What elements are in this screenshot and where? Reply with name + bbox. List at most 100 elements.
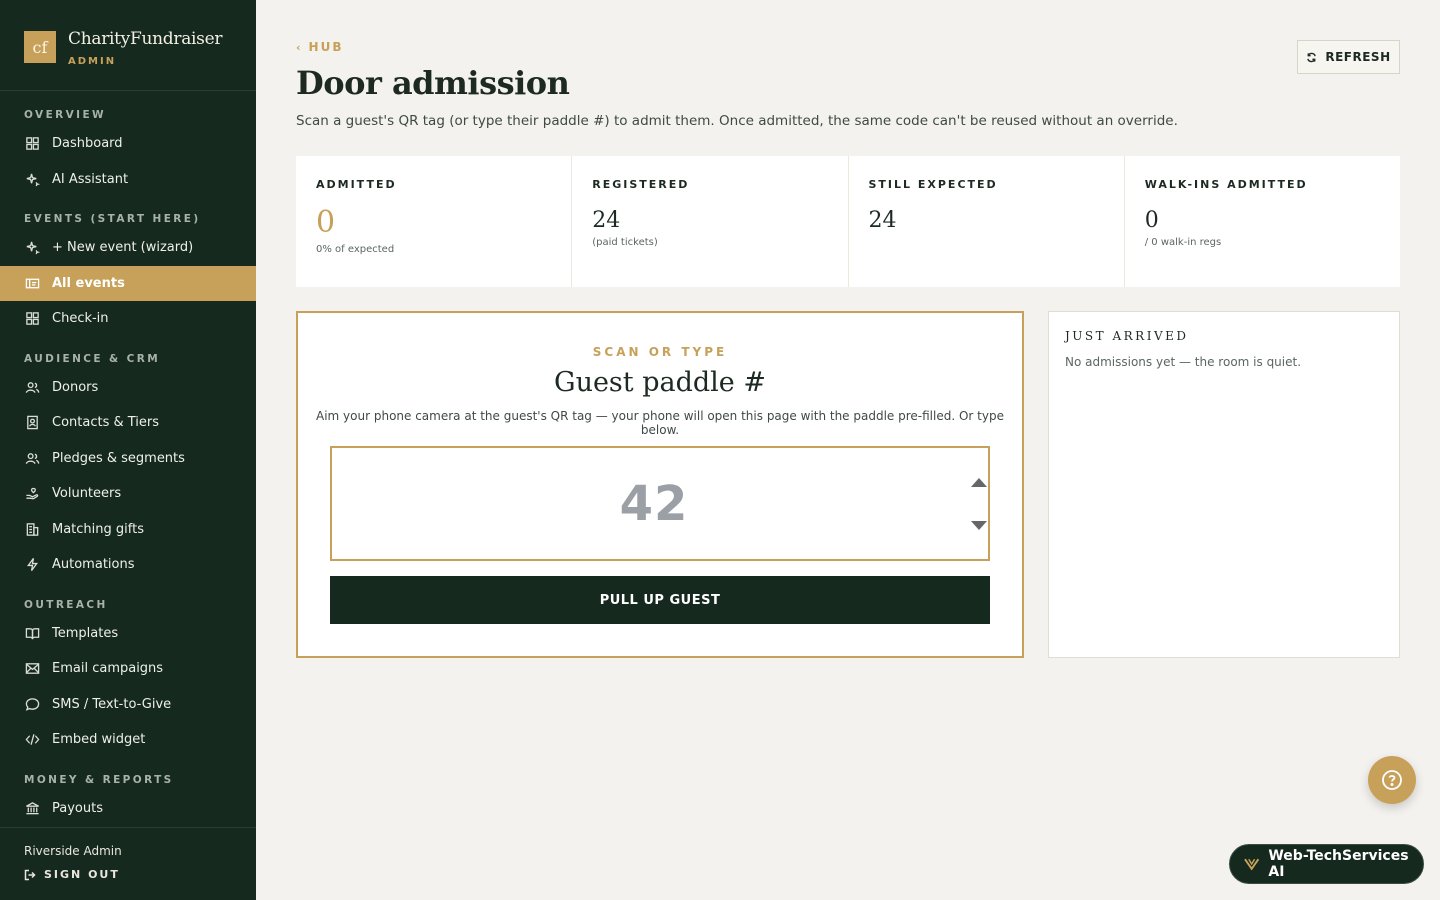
sidebar-item-matching-gifts[interactable]: Matching gifts [0,512,256,548]
sidebar-item-automations[interactable]: Automations [0,547,256,583]
sidebar-item-label: Contacts & Tiers [52,415,160,431]
stat-label: WALK-INS ADMITTED [1144,178,1308,191]
sidebar-item-label: AI Assistant [52,171,129,187]
stat-label: STILL EXPECTED [868,178,998,191]
stat-admitted: ADMITTED 0 0% of expected [296,156,573,287]
sidebar-item-payouts[interactable]: Payouts [0,791,256,827]
stat-value: 24 [592,208,621,233]
sidebar-item-label: Dashboard [52,136,123,152]
sidebar-item-label: Payouts [52,800,103,816]
stat-note: (paid tickets) [592,237,658,248]
spinner-down-icon[interactable] [971,521,987,530]
refresh-button[interactable]: REFRESH [1297,40,1400,74]
refresh-icon [1307,52,1317,62]
sidebar-item-dashboard[interactable]: Dashboard [0,126,256,162]
back-to-hub-link[interactable]: ‹ HUB [296,40,343,54]
sidebar-item-label: + New event (wizard) [52,240,194,256]
sign-out-icon [24,869,36,880]
brand-subtitle: ADMIN [68,56,117,67]
number-spinner[interactable] [970,478,988,530]
sidebar-item-donors[interactable]: Donors [0,370,256,406]
sidebar-item-label: SMS / Text-to-Give [52,696,172,712]
pull-up-guest-button[interactable]: PULL UP GUEST [330,576,990,624]
sign-out-button[interactable]: SIGN OUT [24,868,256,881]
sidebar-footer: Riverside Admin SIGN OUT [0,827,256,900]
scan-card: SCAN OR TYPE Guest paddle # Aim your pho… [296,311,1024,658]
stat-still-expected: STILL EXPECTED 24 [849,156,1125,287]
stat-note: 0% of expected [316,244,395,255]
stat-value: 24 [868,208,897,233]
nav-section-overview: OVERVIEW [24,109,107,121]
chevron-left-icon: ‹ [296,40,303,54]
stats-row: ADMITTED 0 0% of expected REGISTERED 24 … [296,156,1400,287]
grid-icon [24,136,40,152]
ticket-icon [24,275,40,291]
nav-section-events: EVENTS (START HERE) [24,213,201,225]
sign-out-label: SIGN OUT [44,868,120,881]
spinner-up-icon[interactable] [971,478,987,487]
sidebar-item-label: Matching gifts [52,521,144,537]
sidebar-nav: OVERVIEW Dashboard AI Assistant EVENTS (… [0,91,256,826]
stat-value: 0 [316,205,336,240]
nav-section-money-reports: MONEY & REPORTS [24,773,174,786]
stat-label: ADMITTED [316,178,397,191]
stat-walk-ins-admitted: WALK-INS ADMITTED 0 / 0 walk-in regs [1125,156,1400,287]
sidebar-item-volunteers[interactable]: Volunteers [0,476,256,512]
sidebar-item-templates[interactable]: Templates [0,616,256,652]
brand[interactable]: cf CharityFundraiser ADMIN [0,0,256,91]
scan-help-text: Aim your phone camera at the guest's QR … [316,409,1004,437]
sidebar-item-new-event[interactable]: + New event (wizard) [0,230,256,266]
nav-section-audience: AUDIENCE & CRM [24,352,161,365]
users-icon [24,379,40,395]
sidebar-item-contacts-tiers[interactable]: Contacts & Tiers [0,405,256,441]
check-chevron-icon [1244,858,1260,871]
users-icon [24,450,40,466]
stat-value: 0 [1144,208,1159,233]
ai-badge-label: Web-TechServices AI [1268,848,1409,880]
sidebar-item-email-campaigns[interactable]: Email campaigns [0,651,256,687]
sidebar-item-all-events[interactable]: All events [0,265,256,301]
nav-section-outreach: OUTREACH [24,598,108,611]
just-arrived-panel: JUST ARRIVED No admissions yet — the roo… [1048,311,1400,658]
chat-bubble-icon [24,696,40,712]
building-icon [24,521,40,537]
mail-icon [24,661,40,677]
back-link-label: HUB [308,40,344,54]
sidebar-item-label: Donors [52,379,99,395]
sidebar-item-label: Templates [52,625,119,641]
sidebar-item-label: Email campaigns [52,661,164,677]
grid-icon [24,311,40,327]
sidebar-item-ai-assistant[interactable]: AI Assistant [0,162,256,198]
bolt-icon [24,557,40,573]
help-button[interactable] [1368,756,1416,804]
help-icon [1382,770,1402,790]
paddle-input-placeholder: 42 [619,475,689,532]
sidebar-item-check-in[interactable]: Check-in [0,301,256,337]
sidebar-item-label: Check-in [52,311,109,327]
sidebar-item-label: Pledges & segments [52,450,185,466]
code-icon [24,732,40,748]
sidebar-item-pledges-segments[interactable]: Pledges & segments [0,441,256,477]
hand-heart-icon [24,486,40,502]
stat-registered: REGISTERED 24 (paid tickets) [572,156,849,287]
scan-title: Guest paddle # [554,367,766,398]
sparkle-icon [24,240,40,256]
sparkle-icon [24,171,40,187]
page-description: Scan a guest's QR tag (or type their pad… [296,113,1178,129]
sidebar: cf CharityFundraiser ADMIN OVERVIEW Dash… [0,0,256,900]
bank-icon [24,800,40,816]
paddle-number-input[interactable]: 42 [330,446,990,561]
sidebar-item-label: Automations [52,557,135,573]
stat-note: / 0 walk-in regs [1144,237,1222,248]
sidebar-item-sms-text-to-give[interactable]: SMS / Text-to-Give [0,687,256,723]
user-name: Riverside Admin [24,844,122,858]
scan-eyebrow: SCAN OR TYPE [592,345,728,359]
brand-name: CharityFundraiser [68,29,223,49]
refresh-label: REFRESH [1325,50,1391,64]
brand-logo: cf [24,31,56,63]
page-title: Door admission [296,64,570,102]
book-icon [24,625,40,641]
web-techservices-ai-badge[interactable]: Web-TechServices AI [1229,844,1424,884]
sidebar-item-label: Embed widget [52,732,146,748]
sidebar-item-embed-widget[interactable]: Embed widget [0,722,256,758]
